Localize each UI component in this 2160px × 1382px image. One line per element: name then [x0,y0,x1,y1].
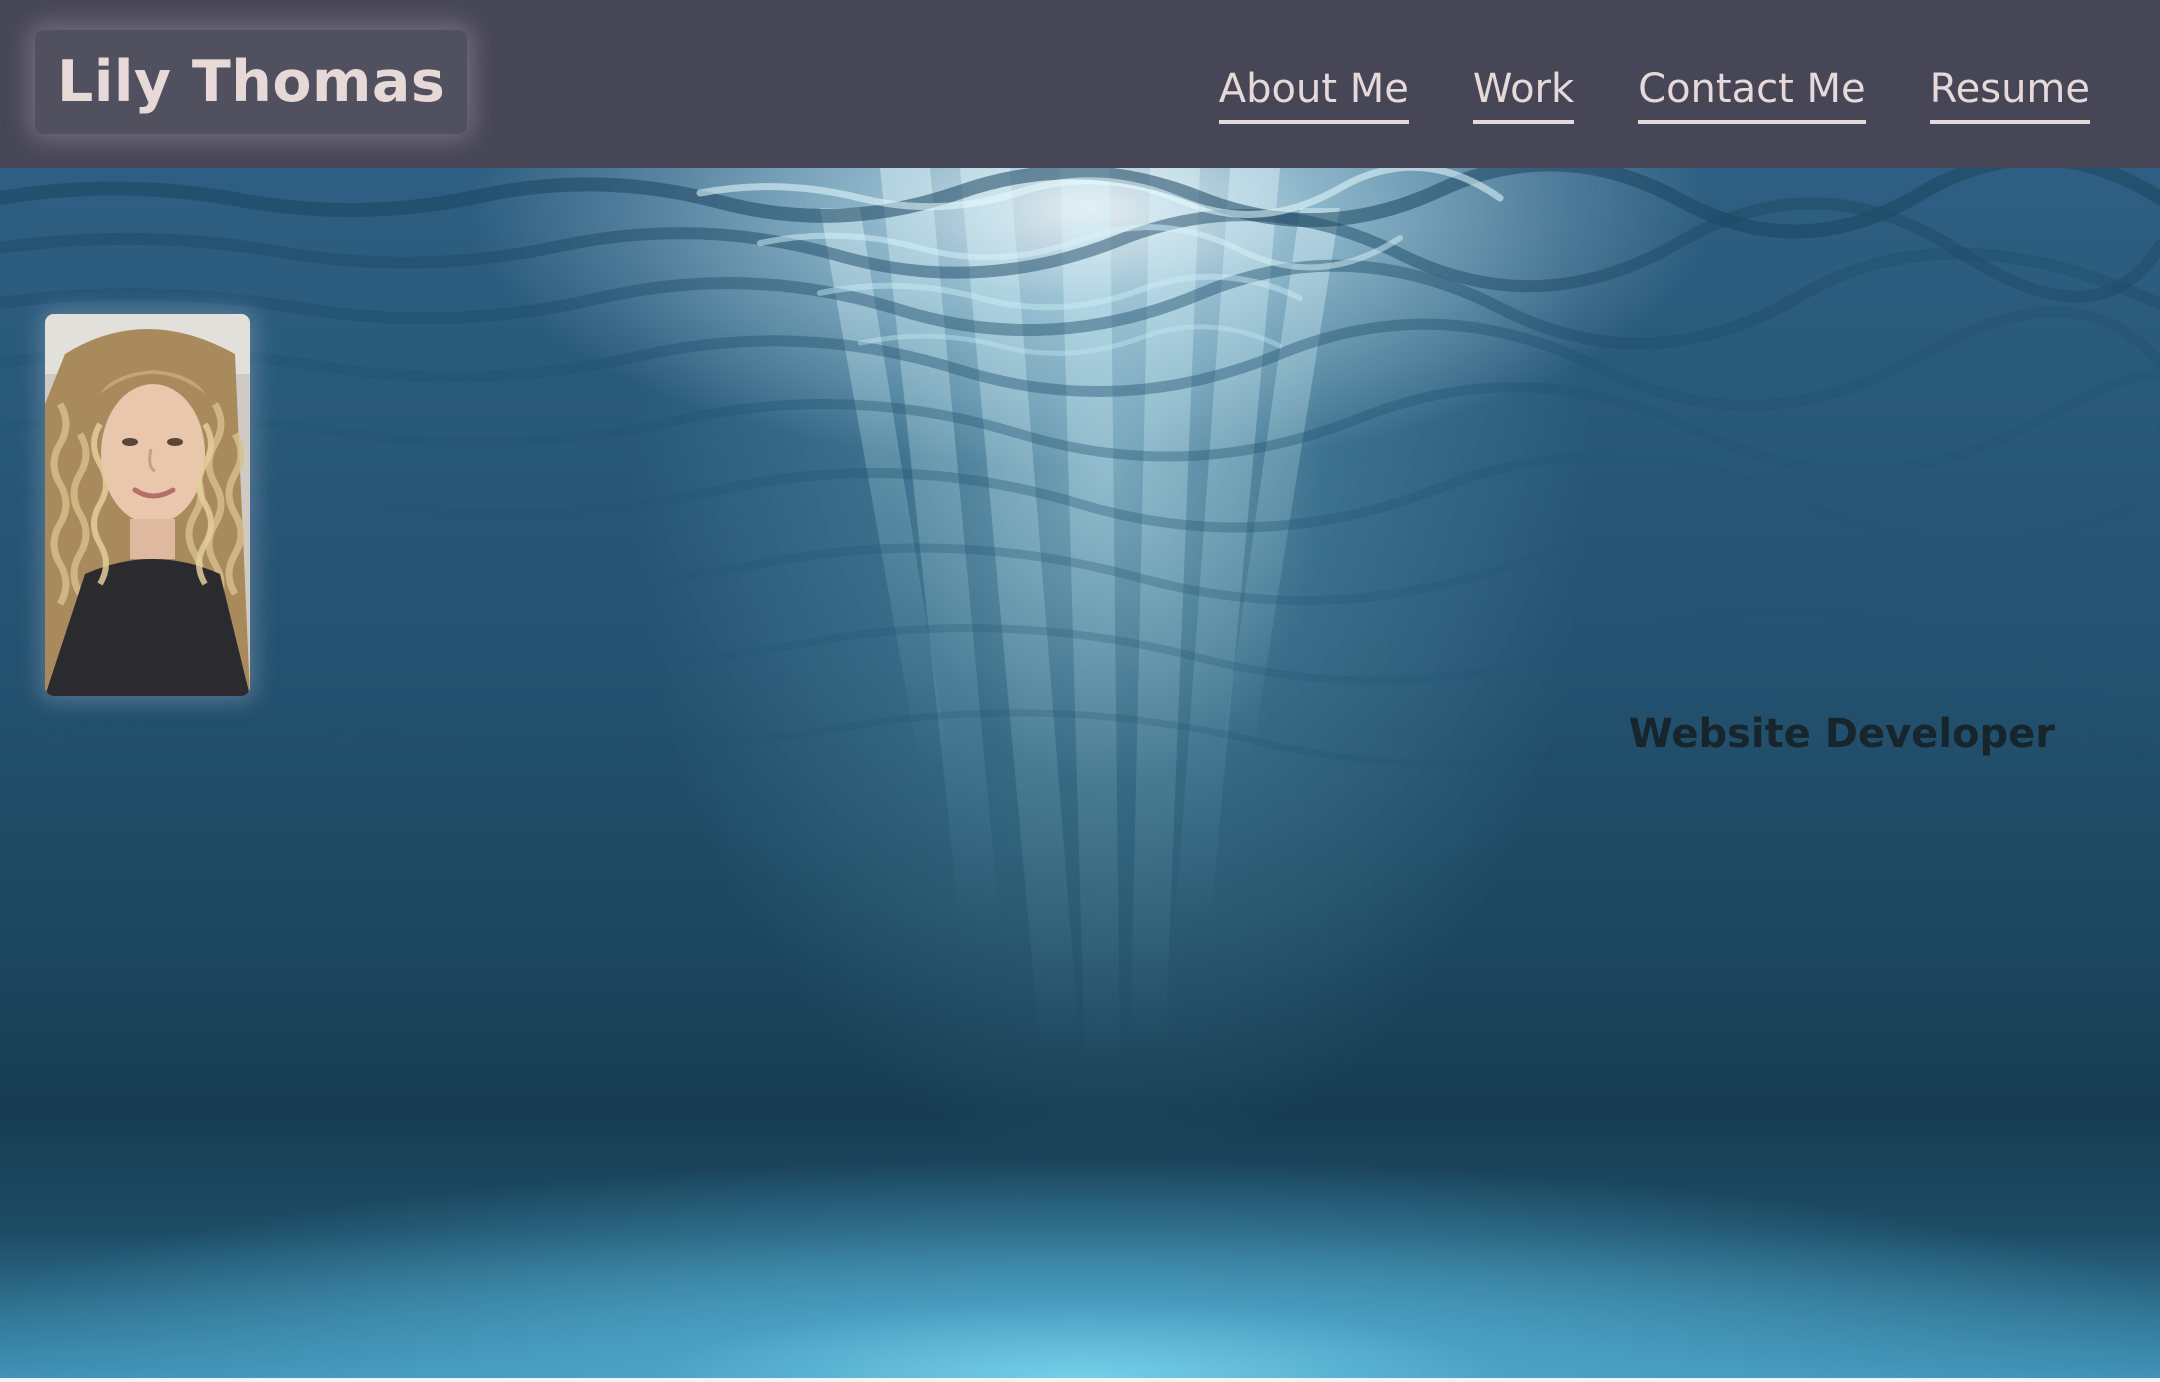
nav-link-work[interactable]: Work [1472,68,1575,124]
page-bottom-edge [0,1378,2160,1382]
profile-photo [45,314,250,696]
nav-link-about-me[interactable]: About Me [1218,68,1409,124]
main-nav: About Me Work Contact Me Resume [1218,68,2090,124]
underwater-background-image [0,168,2160,1068]
nav-link-resume[interactable]: Resume [1929,68,2090,124]
hero-tagline: Website Developer [1628,711,2055,757]
nav-link-contact-me[interactable]: Contact Me [1638,68,1866,124]
portfolio-page: Lily Thomas About Me Work Contact Me Res… [0,0,2160,1382]
hero-section: Website Developer [0,168,2160,1378]
profile-photo-image [45,314,250,696]
brand-logo-box[interactable]: Lily Thomas [35,30,468,134]
site-header: Lily Thomas About Me Work Contact Me Res… [0,0,2160,168]
brand-name[interactable]: Lily Thomas [57,49,445,115]
